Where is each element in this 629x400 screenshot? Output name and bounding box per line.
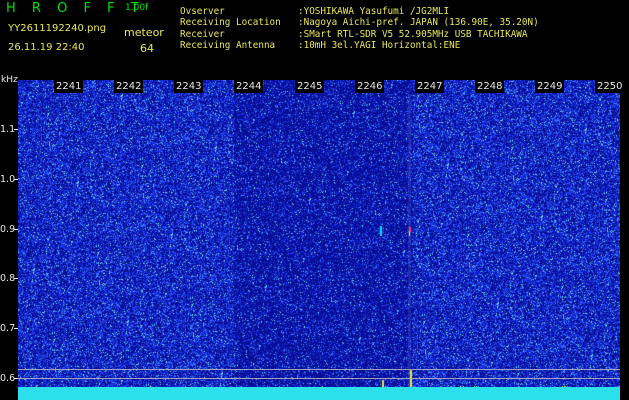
- x-axis-ticks: 2241 2242 2243 2244 2245 2246 2247 2248 …: [18, 80, 625, 94]
- x-tick-label: 2248: [475, 80, 505, 93]
- x-tick-label: 2250: [595, 80, 625, 93]
- date-time: 26.11.19 22:40: [8, 42, 85, 53]
- y-tick-label: 1.0: [0, 174, 16, 185]
- app-version: 1.00f: [125, 3, 149, 13]
- y-tick-label: 0.9: [0, 224, 16, 235]
- detection-label: meteor: [124, 26, 164, 39]
- observer-value: :YOSHIKAWA Yasufumi /JG2MLI: [298, 6, 450, 17]
- y-tick-mark: [14, 378, 18, 379]
- app-title: H R O F F T: [6, 1, 145, 16]
- x-tick-label: 2249: [535, 80, 565, 93]
- y-tick-mark: [14, 278, 18, 279]
- antenna-label: Receiving Antenna: [180, 40, 276, 51]
- location-label: Receiving Location: [180, 17, 281, 28]
- y-tick-mark: [14, 179, 18, 180]
- antenna-value: :10mH 3el.YAGI Horizontal:ENE: [298, 40, 461, 51]
- x-tick-label: 2244: [234, 80, 264, 93]
- y-tick-label: 1.1: [0, 124, 16, 135]
- x-tick-label: 2247: [415, 80, 445, 93]
- reference-line-lower: [18, 378, 620, 379]
- y-tick-label: 0.6: [0, 373, 16, 384]
- y-tick-label: 0.7: [0, 323, 16, 334]
- x-tick-label: 2246: [355, 80, 385, 93]
- spectrogram-plot: [18, 80, 620, 400]
- receiver-label: Receiver: [180, 29, 225, 40]
- x-tick-label: 2245: [295, 80, 325, 93]
- x-tick-label: 2241: [54, 80, 84, 93]
- receiver-value: :SMart RTL-SDR V5 52.905MHz USB TACHIKAW…: [298, 29, 528, 40]
- y-axis-unit-label: kHz: [1, 75, 18, 85]
- reference-line-upper: [18, 369, 620, 370]
- x-tick-label: 2242: [114, 80, 144, 93]
- detection-count: 64: [140, 42, 154, 55]
- y-tick-mark: [14, 129, 18, 130]
- y-tick-label: 0.8: [0, 273, 16, 284]
- location-value: :Nagoya Aichi-pref. JAPAN (136.90E, 35.2…: [298, 17, 539, 28]
- x-tick-label: 2243: [174, 80, 204, 93]
- file-name: YY2611192240.png: [8, 23, 107, 34]
- noise-baseline: [18, 387, 620, 400]
- spectrogram-canvas: [18, 80, 620, 400]
- y-tick-mark: [14, 229, 18, 230]
- y-tick-mark: [14, 328, 18, 329]
- observer-label: Ovserver: [180, 6, 225, 17]
